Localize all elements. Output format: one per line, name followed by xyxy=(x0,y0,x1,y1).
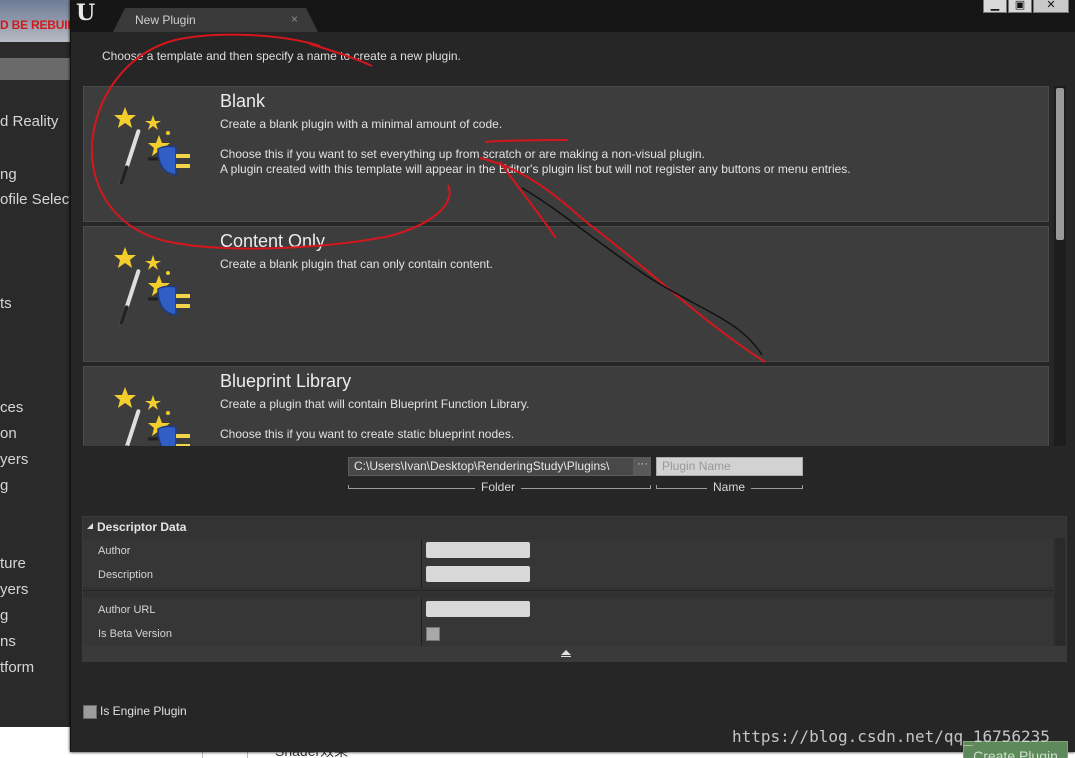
descriptor-data-header[interactable]: Descriptor Data xyxy=(83,517,1066,538)
scrollbar-thumb[interactable] xyxy=(1056,88,1064,240)
magic-wand-plugin-icon xyxy=(114,107,190,185)
bg-label-3: ofile Select xyxy=(0,191,70,208)
bg-label-6: on xyxy=(0,425,17,442)
template-list: Blank Create a blank plugin with a minim… xyxy=(83,86,1069,446)
template-name: Content Only xyxy=(220,231,326,251)
name-label: Name xyxy=(707,480,752,494)
template-description: Create a blank plugin that can only cont… xyxy=(220,257,493,271)
bg-label-9: ture xyxy=(0,555,26,572)
bg-label-10: yers xyxy=(0,581,29,598)
magic-wand-plugin-icon xyxy=(114,247,190,325)
browse-folder-button[interactable]: ··· xyxy=(634,457,651,476)
template-description: Create a blank plugin with a minimal amo… xyxy=(220,117,851,176)
dialog-content: Choose a template and then specify a nam… xyxy=(71,32,1075,758)
folder-label: Folder xyxy=(475,480,522,494)
plugin-name-input[interactable]: Plugin Name xyxy=(656,457,803,476)
tab-close-icon[interactable]: × xyxy=(291,12,298,26)
background-header-band xyxy=(0,58,70,80)
column-splitter[interactable] xyxy=(421,563,422,587)
tab-title: New Plugin xyxy=(135,13,196,27)
bg-label-8: g xyxy=(0,477,9,494)
eject-bar xyxy=(561,656,571,657)
title-bar[interactable]: U New Plugin × ▁ ▣ ✕ xyxy=(71,0,1075,36)
property-label: Description xyxy=(98,569,154,581)
tab-new-plugin[interactable]: New Plugin × xyxy=(113,8,318,32)
template-description: Create a plugin that will contain Bluepr… xyxy=(220,397,530,441)
minimize-button[interactable]: ▁ xyxy=(983,0,1007,13)
property-row-author: Author xyxy=(83,539,1053,563)
bg-label-11: g xyxy=(0,607,9,624)
background-editor: D BE REBUILT d Reality ng ofile Select t… xyxy=(0,0,70,758)
plugin-path-row: C:\Users\Ivan\Desktop\RenderingStudy\Plu… xyxy=(71,446,1075,516)
rebuild-warning: D BE REBUILT xyxy=(0,18,70,32)
new-plugin-dialog: U New Plugin × ▁ ▣ ✕ Choose a template a… xyxy=(70,0,1075,758)
bg-label-2: ng xyxy=(0,166,17,183)
template-blueprint-library[interactable]: Blueprint Library Create a plugin that w… xyxy=(83,366,1049,446)
is-beta-checkbox[interactable] xyxy=(426,627,440,641)
unreal-logo-icon: U xyxy=(76,0,96,26)
is-engine-plugin-checkbox[interactable] xyxy=(83,705,97,719)
property-row-author-url: Author URL xyxy=(83,598,1053,622)
bg-label-1: d Reality xyxy=(0,113,59,130)
close-button[interactable]: ✕ xyxy=(1033,0,1069,13)
property-row-description: Description xyxy=(83,563,1053,587)
column-splitter[interactable] xyxy=(421,598,422,622)
author-input[interactable] xyxy=(426,542,530,558)
descriptor-data-title: Descriptor Data xyxy=(97,520,187,534)
property-label: Is Beta Version xyxy=(98,628,172,640)
folder-path-field[interactable]: C:\Users\Ivan\Desktop\RenderingStudy\Plu… xyxy=(348,457,634,476)
property-label: Author URL xyxy=(98,604,156,616)
background-blank-area xyxy=(0,727,70,758)
maximize-button[interactable]: ▣ xyxy=(1008,0,1032,13)
description-input[interactable] xyxy=(426,566,530,582)
instructions: Choose a template and then specify a nam… xyxy=(102,49,461,63)
template-name: Blank xyxy=(220,91,266,111)
magic-wand-plugin-icon xyxy=(114,387,190,446)
template-content-only[interactable]: Content Only Create a blank plugin that … xyxy=(83,226,1049,362)
bg-label-13: tform xyxy=(0,659,35,676)
property-label: Author xyxy=(98,545,131,557)
property-separator xyxy=(83,590,1053,591)
eject-up-icon[interactable] xyxy=(561,650,571,655)
is-engine-plugin-label: Is Engine Plugin xyxy=(100,704,187,718)
engine-plugin-option[interactable]: Is Engine Plugin xyxy=(83,704,223,720)
template-blank[interactable]: Blank Create a blank plugin with a minim… xyxy=(83,86,1049,222)
column-splitter[interactable] xyxy=(421,539,422,563)
descriptor-data-panel: Descriptor Data Author Description Autho… xyxy=(82,516,1067,662)
bg-label-12: ns xyxy=(0,633,16,650)
author-url-input[interactable] xyxy=(426,601,530,617)
descriptor-collapse-bar[interactable] xyxy=(83,646,1066,661)
template-name: Blueprint Library xyxy=(220,371,352,391)
collapse-arrow-icon[interactable] xyxy=(87,523,93,529)
property-row-is-beta: Is Beta Version xyxy=(83,622,1053,646)
template-list-scrollbar[interactable] xyxy=(1054,86,1066,446)
bg-label-7: yers xyxy=(0,451,29,468)
bg-label-4: ts xyxy=(0,295,12,312)
watermark-url: https://blog.csdn.net/qq_16756235 xyxy=(732,727,1050,746)
bg-label-5: ces xyxy=(0,399,24,416)
column-splitter[interactable] xyxy=(421,622,422,646)
descriptor-scrollbar[interactable] xyxy=(1055,538,1065,648)
